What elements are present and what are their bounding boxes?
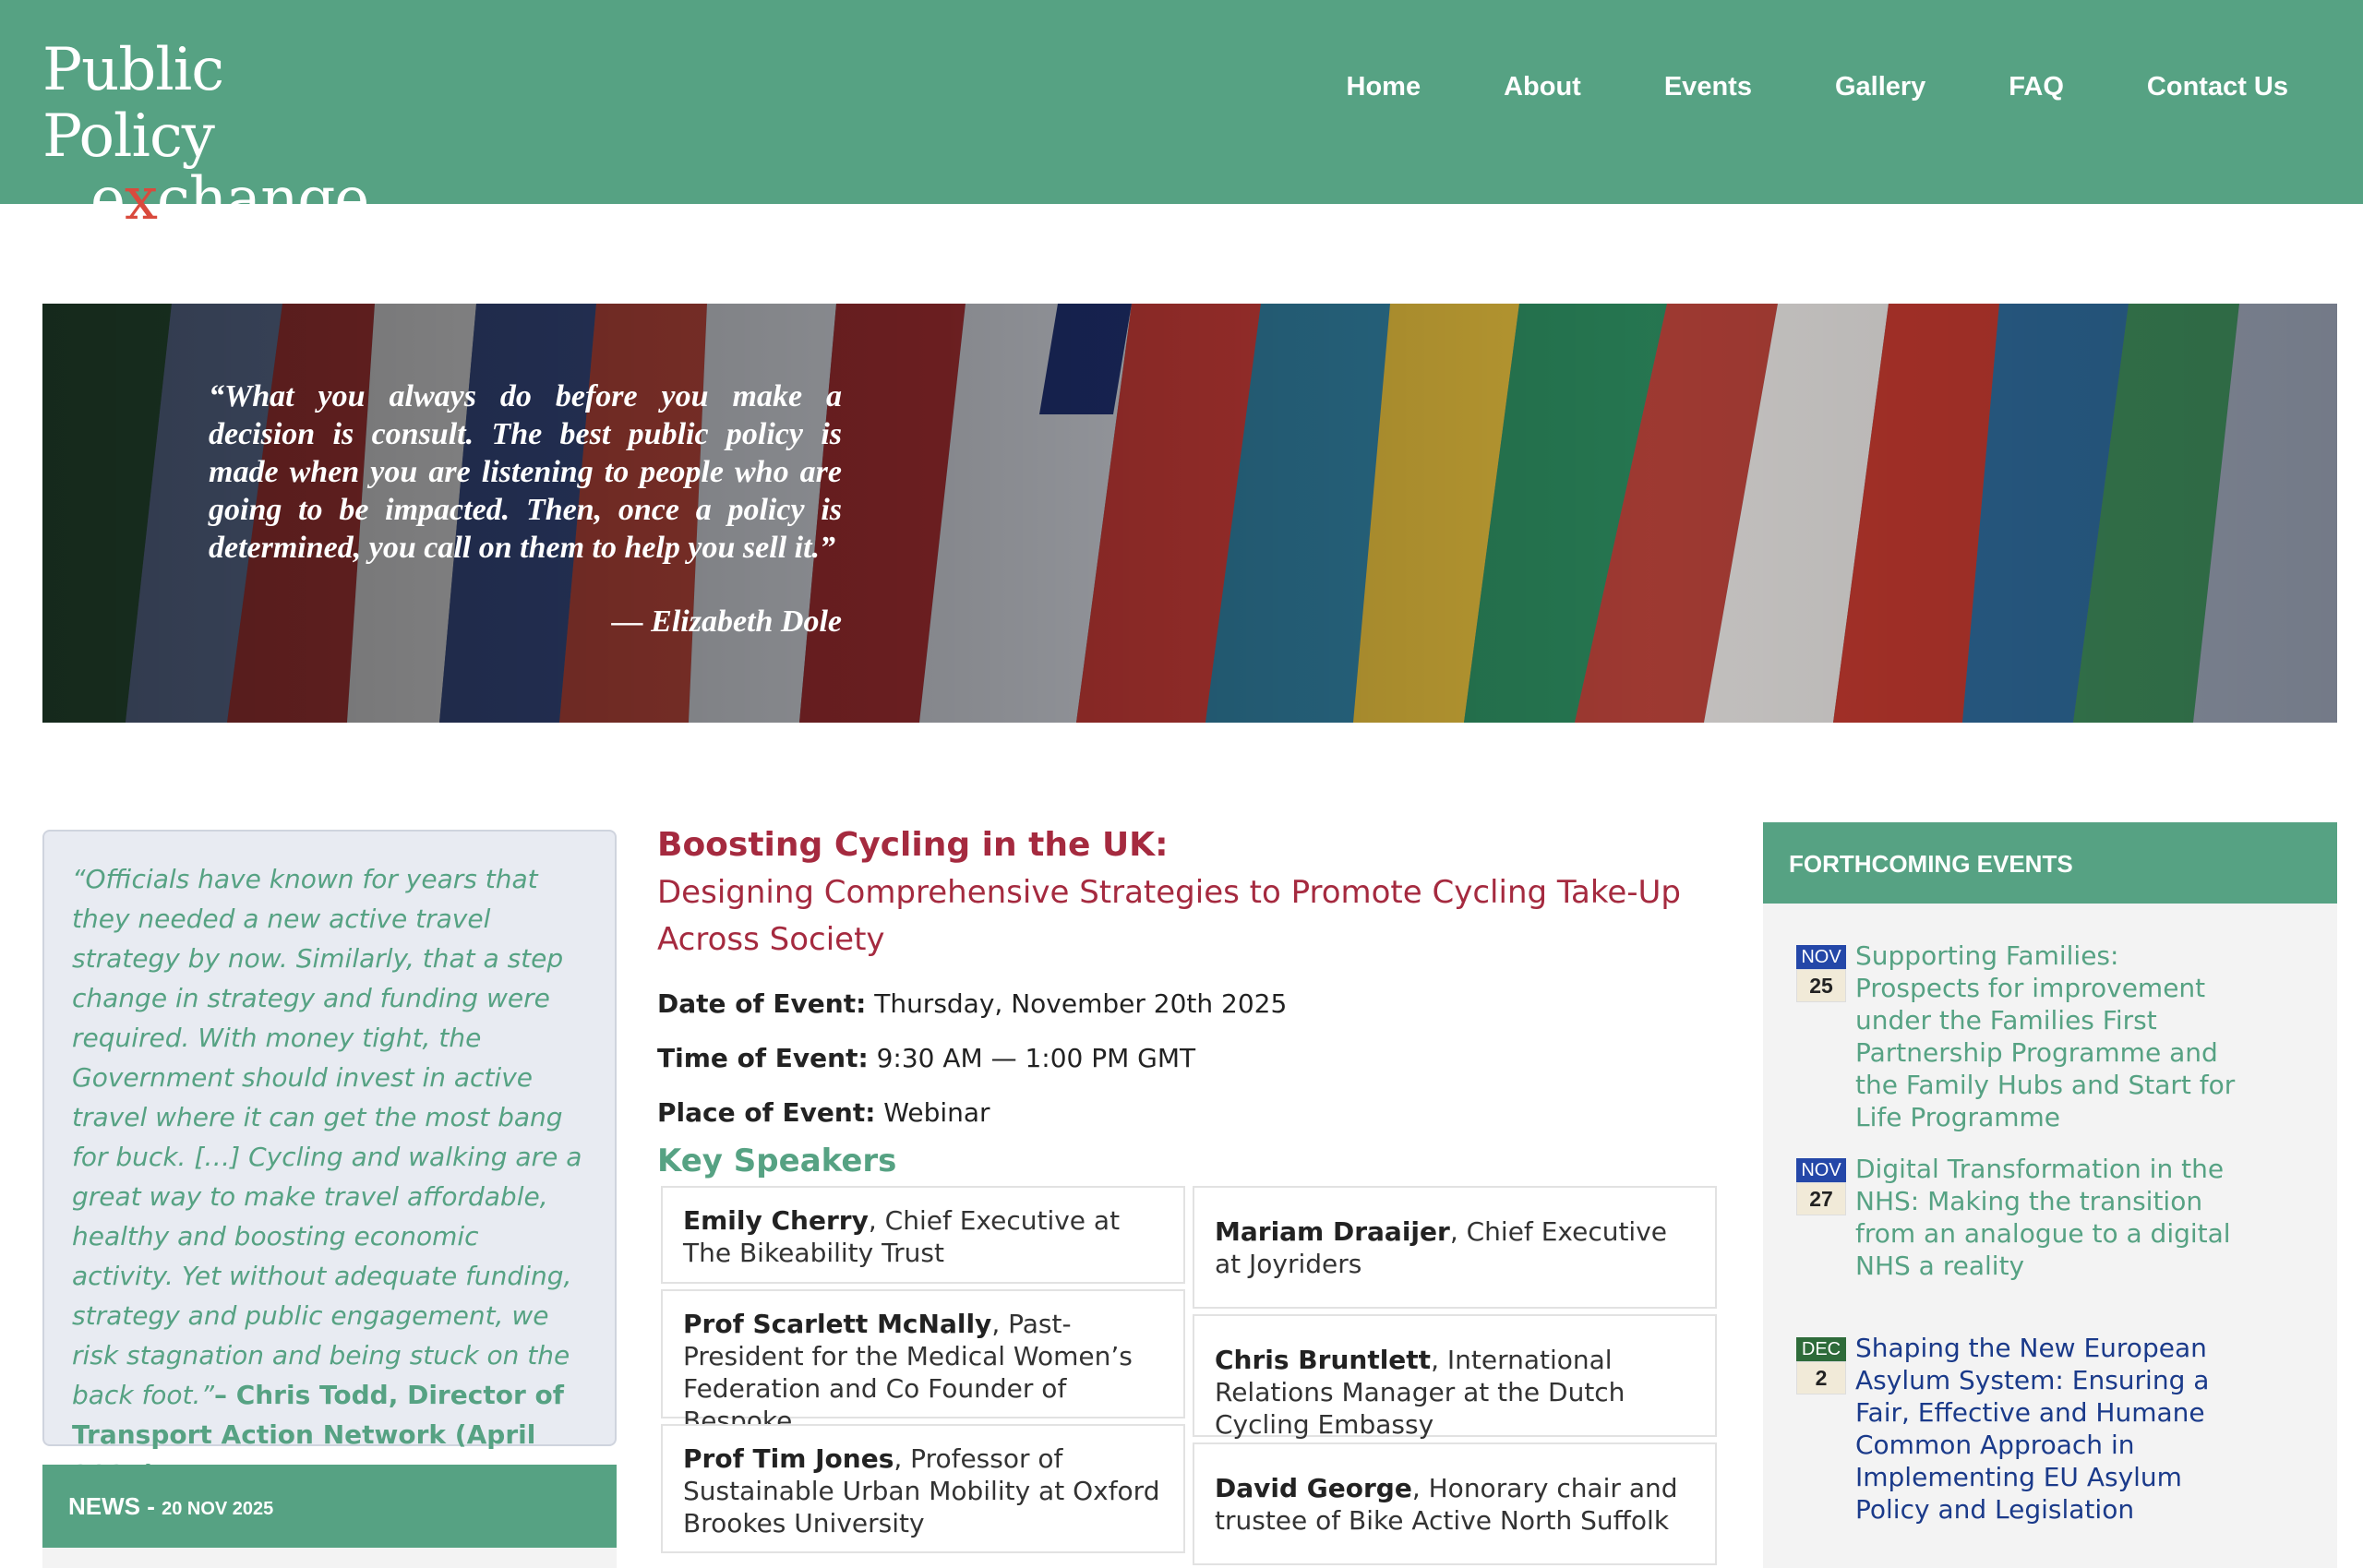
testimonial-box: “Officials have known for years that the… — [42, 830, 617, 1490]
news-header[interactable]: NEWS - 20 NOV 2025 — [42, 1465, 617, 1548]
event-list-item[interactable]: NOV 25 Supporting Families: Prospects fo… — [1796, 940, 2313, 1143]
speaker-card: David George, Honorary chair and trustee… — [1193, 1442, 1717, 1565]
logo-letter-e: e — [90, 165, 126, 233]
site-header: Public Policy exchange Home About Events… — [0, 0, 2363, 229]
logo-line-2: exchange — [42, 170, 393, 229]
speaker-card: Prof Scarlett McNally, Past-President fo… — [661, 1289, 1185, 1436]
testimonial-quote: “Officials have known for years that the… — [72, 859, 587, 1494]
forthcoming-events-heading: FORTHCOMING EVENTS — [1763, 822, 2337, 904]
event-date: Date of Event: Thursday, November 20th 2… — [657, 976, 1719, 1031]
event-title: Boosting Cycling in the UK: — [657, 826, 1169, 864]
main-nav: Home About Events Gallery FAQ Contact Us — [1305, 72, 2330, 102]
event-place-value: Webinar — [875, 1097, 990, 1128]
banner-quote: “What you always do before you make a de… — [209, 379, 842, 565]
nav-faq[interactable]: FAQ — [1967, 72, 2105, 102]
speaker-card: Mariam Draaijer, Chief Executive at Joyr… — [1193, 1186, 1717, 1309]
nav-home[interactable]: Home — [1305, 72, 1463, 102]
calendar-date-icon: DEC 2 — [1796, 1337, 1846, 1394]
logo-line-1: Public Policy — [42, 36, 224, 171]
event-list-item[interactable]: DEC 2 Shaping the New European Asylum Sy… — [1796, 1332, 2313, 1562]
event-time-value: 9:30 AM — 1:00 PM GMT — [868, 1043, 1196, 1073]
forthcoming-events-panel: FORTHCOMING EVENTS NOV 25 Supporting Fam… — [1763, 822, 2337, 1568]
calendar-day: 27 — [1796, 1182, 1846, 1215]
news-date: 20 NOV 2025 — [162, 1499, 274, 1519]
hero-banner: “What you always do before you make a de… — [42, 304, 2337, 723]
nav-about[interactable]: About — [1462, 72, 1623, 102]
event-date-value: Thursday, November 20th 2025 — [866, 988, 1288, 1019]
speaker-name: Prof Tim Jones — [683, 1443, 894, 1474]
speaker-name: Chris Bruntlett — [1215, 1345, 1432, 1375]
event-time: Time of Event: 9:30 AM — 1:00 PM GMT — [657, 1031, 1719, 1085]
calendar-month: NOV — [1796, 945, 1846, 969]
nav-gallery[interactable]: Gallery — [1793, 72, 1967, 102]
speaker-card: Emily Cherry, Chief Executive at The Bik… — [661, 1186, 1185, 1284]
speaker-name: Mariam Draaijer — [1215, 1216, 1450, 1247]
nav-contact-us[interactable]: Contact Us — [2105, 72, 2330, 102]
nav-events[interactable]: Events — [1623, 72, 1793, 102]
event-place-label: Place of Event: — [657, 1097, 876, 1128]
banner-quote-author: — Elizabeth Dole — [611, 604, 842, 639]
calendar-day: 2 — [1796, 1361, 1846, 1394]
site-logo[interactable]: Public Policy exchange — [42, 37, 393, 229]
news-panel — [42, 1548, 617, 1568]
event-list-item[interactable]: NOV 27 Digital Transformation in the NHS… — [1796, 1153, 2313, 1319]
event-details: Boosting Cycling in the UK: Designing Co… — [657, 821, 1719, 1182]
speaker-name: Prof Scarlett McNally — [683, 1309, 992, 1339]
speaker-card: Chris Bruntlett, International Relations… — [1193, 1314, 1717, 1440]
logo-x-mark: x — [124, 165, 158, 233]
logo-word-change: change — [156, 165, 369, 233]
event-date-label: Date of Event: — [657, 988, 867, 1019]
speaker-name: Emily Cherry — [683, 1205, 869, 1236]
key-speakers-heading: Key Speakers — [657, 1143, 897, 1179]
event-link[interactable]: Supporting Families: Prospects for impro… — [1855, 940, 2243, 1133]
event-meta: Date of Event: Thursday, November 20th 2… — [657, 976, 1719, 1140]
calendar-date-icon: NOV 25 — [1796, 945, 1846, 1002]
speaker-name: David George — [1215, 1473, 1412, 1503]
calendar-day: 25 — [1796, 969, 1846, 1002]
testimonial-text: “Officials have known for years that the… — [72, 864, 582, 1410]
calendar-date-icon: NOV 27 — [1796, 1158, 1846, 1215]
calendar-month: NOV — [1796, 1158, 1846, 1182]
event-time-label: Time of Event: — [657, 1043, 869, 1073]
event-link[interactable]: Digital Transformation in the NHS: Makin… — [1855, 1153, 2243, 1282]
news-label: NEWS - — [68, 1492, 162, 1520]
event-place: Place of Event: Webinar — [657, 1085, 1719, 1140]
calendar-month: DEC — [1796, 1337, 1846, 1361]
speaker-card: Prof Tim Jones, Professor of Sustainable… — [661, 1424, 1185, 1553]
event-subtitle: Designing Comprehensive Strategies to Pr… — [657, 874, 1681, 958]
event-link[interactable]: Shaping the New European Asylum System: … — [1855, 1332, 2243, 1526]
